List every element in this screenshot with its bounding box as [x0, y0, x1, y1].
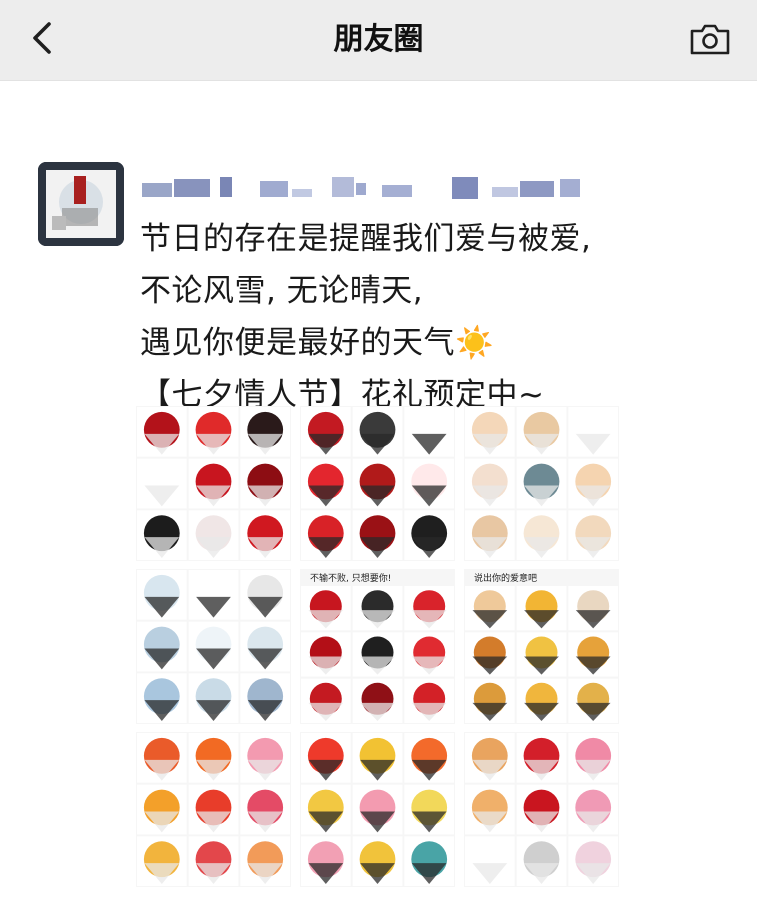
moments-post: 节日的存在是提醒我们爱与被爱, 不论风雪, 无论晴天, 遇见你便是最好的天气☀️… [0, 80, 757, 900]
bouquet-image-icon [136, 732, 291, 887]
photo-caption: 不输不败, 只想要你! [310, 572, 391, 584]
bouquet-image-icon [300, 732, 455, 887]
camera-button[interactable] [687, 18, 733, 60]
top-navigation-bar: 朋友圈 [0, 0, 757, 81]
bouquet-image-icon [464, 406, 619, 561]
photo-thumbnail[interactable]: 不输不败, 只想要你! [300, 569, 455, 724]
bouquet-image-icon: 说出你的爱意吧 [464, 569, 619, 724]
post-text-line: 节日的存在是提醒我们爱与被爱, [140, 221, 592, 257]
post-text-line: 遇见你便是最好的天气☀️ [140, 325, 495, 361]
photo-thumbnail[interactable] [136, 406, 291, 561]
photo-thumbnail[interactable] [464, 406, 619, 561]
blurred-username-icon [142, 177, 580, 199]
page-title: 朋友圈 [333, 22, 424, 57]
bouquet-image-icon [136, 406, 291, 561]
bouquet-image-icon: 不输不败, 只想要你! [300, 569, 455, 724]
username-blurred[interactable] [142, 175, 602, 199]
photo-caption: 说出你的爱意吧 [474, 572, 537, 584]
photo-thumbnail[interactable] [136, 732, 291, 887]
photo-grid: 不输不败, 只想要你! 说出你的爱意吧 [136, 406, 619, 890]
post-text-line: 不论风雪, 无论晴天, [140, 273, 424, 309]
chevron-left-icon [33, 22, 51, 54]
photo-thumbnail[interactable] [136, 569, 291, 724]
photo-thumbnail[interactable]: 说出你的爱意吧 [464, 569, 619, 724]
user-avatar[interactable] [38, 162, 124, 246]
camera-icon [690, 24, 730, 55]
bouquet-image-icon [464, 732, 619, 887]
photo-thumbnail[interactable] [300, 406, 455, 561]
photo-thumbnail[interactable] [464, 732, 619, 887]
bouquet-image-icon [136, 569, 291, 724]
post-text: 节日的存在是提醒我们爱与被爱, 不论风雪, 无论晴天, 遇见你便是最好的天气☀️… [140, 213, 740, 421]
back-button[interactable] [20, 16, 64, 60]
photo-thumbnail[interactable] [300, 732, 455, 887]
bouquet-image-icon [300, 406, 455, 561]
avatar-icon [38, 162, 124, 246]
